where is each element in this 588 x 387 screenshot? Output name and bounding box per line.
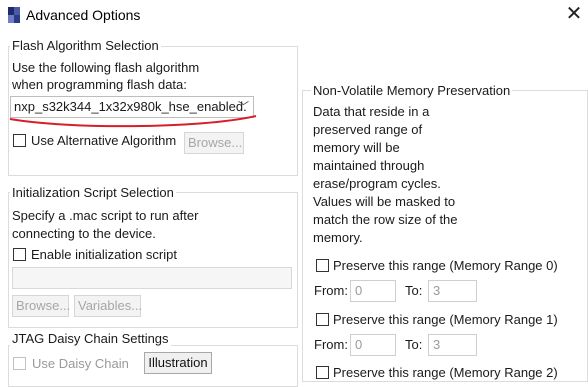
illustration-button[interactable]: Illustration: [144, 352, 212, 374]
use-daisy-chain-checkbox[interactable]: [13, 357, 26, 370]
range-1-from-label: From:: [314, 337, 348, 352]
nvm-description-line-2: preserved range of: [313, 122, 423, 137]
nvm-group-label: Non-Volatile Memory Preservation: [311, 83, 513, 98]
flash-browse-button[interactable]: Browse...: [184, 132, 244, 154]
init-script-browse-button[interactable]: Browse...: [12, 295, 70, 317]
jtag-group-label: JTAG Daisy Chain Settings: [10, 331, 171, 346]
init-script-group-label: Initialization Script Selection: [10, 185, 176, 200]
init-script-path-input[interactable]: [12, 267, 292, 289]
nvm-description-line-6: Values will be masked to: [313, 194, 456, 209]
range-1-to-input[interactable]: 3: [428, 334, 477, 356]
range-1-from-input[interactable]: 0: [350, 334, 396, 356]
enable-init-script-checkbox[interactable]: [13, 248, 26, 261]
nvm-description-line-1: Data that reside in a: [313, 104, 430, 119]
annotation-underline: [9, 115, 257, 128]
close-icon: ✕: [565, 3, 583, 25]
range-1-to-label: To:: [405, 337, 423, 352]
init-script-description-line2: connecting to the device.: [12, 226, 156, 241]
preserve-range-2-checkbox[interactable]: [316, 366, 329, 379]
range-0-from-input[interactable]: 0: [350, 280, 396, 302]
preserve-range-1-label: Preserve this range (Memory Range 1): [333, 312, 558, 327]
flash-description-line2: when programming flash data:: [12, 77, 187, 92]
init-script-description-line1: Specify a .mac script to run after: [12, 208, 199, 223]
range-0-to-label: To:: [405, 283, 423, 298]
range-0-to-input[interactable]: 3: [428, 280, 477, 302]
nvm-description-line-4: maintained through: [313, 158, 425, 173]
use-alternative-algorithm-checkbox[interactable]: [13, 134, 26, 147]
window-title: Advanced Options: [26, 7, 141, 23]
preserve-range-0-checkbox[interactable]: [316, 259, 329, 272]
preserve-range-1-checkbox[interactable]: [316, 313, 329, 326]
preserve-range-2-label: Preserve this range (Memory Range 2): [333, 365, 558, 380]
enable-init-script-label: Enable initialization script: [31, 247, 177, 262]
preserve-range-0-label: Preserve this range (Memory Range 0): [333, 258, 558, 273]
title-bar: Advanced Options ✕: [0, 0, 588, 30]
flash-description-line1: Use the following flash algorithm: [12, 60, 200, 75]
init-script-variables-button[interactable]: Variables...: [74, 295, 142, 317]
flash-algorithm-value: nxp_s32k344_1x32x980k_hse_enabled.: [14, 99, 247, 114]
flash-algorithm-group-label: Flash Algorithm Selection: [10, 38, 161, 53]
use-daisy-chain-label: Use Daisy Chain: [32, 356, 129, 371]
nvm-description-line-5: erase/program cycles.: [313, 176, 441, 191]
chevron-down-icon: ﹀: [238, 101, 249, 113]
nvm-description-line-3: memory will be: [313, 140, 400, 155]
use-alternative-algorithm-label: Use Alternative Algorithm: [31, 133, 177, 148]
nvm-description-line-8: memory.: [313, 230, 363, 245]
app-icon: [8, 7, 20, 23]
nvm-description-line-7: match the row size of the: [313, 212, 458, 227]
close-button[interactable]: ✕: [562, 3, 586, 27]
range-0-from-label: From:: [314, 283, 348, 298]
